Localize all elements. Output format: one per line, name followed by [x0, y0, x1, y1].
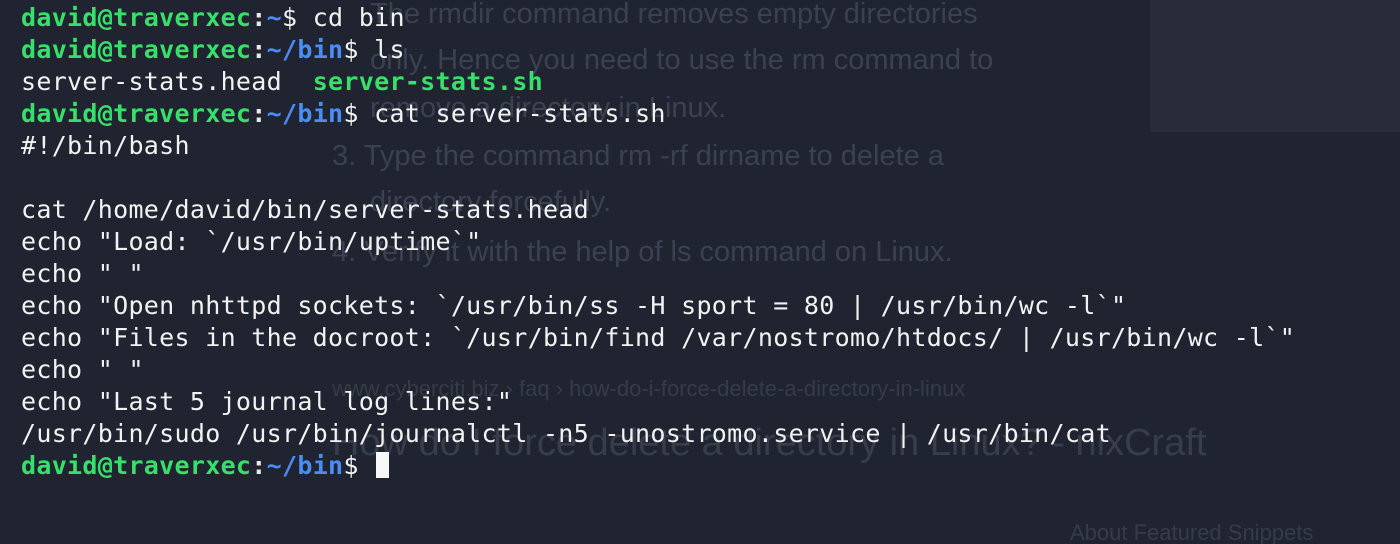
prompt-line: david@traverxec:~/bin$ ls — [21, 34, 405, 66]
prompt-dollar: $ — [282, 3, 313, 32]
output-line: echo "Files in the docroot: `/usr/bin/fi… — [21, 323, 1296, 352]
prompt-line: david@traverxec:~/bin$ — [21, 450, 390, 482]
command-text: cd bin — [312, 3, 405, 32]
output-line: cat /home/david/bin/server-stats.head — [21, 195, 589, 224]
prompt-dollar: $ — [343, 35, 375, 64]
cursor[interactable] — [376, 452, 390, 478]
file-entry: server-stats.head — [21, 67, 282, 96]
file-entry: server-stats.sh — [312, 67, 543, 96]
output-line: /usr/bin/sudo /usr/bin/journalctl -n5 -u… — [21, 419, 1111, 448]
prompt-user-host: david@traverxec — [21, 451, 252, 480]
command-text: cat server-stats.sh — [374, 99, 666, 128]
prompt-path: ~/bin — [266, 35, 344, 64]
prompt-user-host: david@traverxec — [21, 35, 252, 64]
prompt-colon: : — [251, 3, 267, 32]
prompt-path: ~/bin — [266, 451, 344, 480]
command-text: ls — [374, 35, 405, 64]
output-line: echo " " — [21, 259, 144, 288]
prompt-colon: : — [251, 99, 267, 128]
prompt-path: ~/bin — [266, 99, 344, 128]
prompt-colon: : — [251, 451, 267, 480]
prompt-path: ~ — [266, 3, 282, 32]
terminal-window[interactable]: david@traverxec:~$ cd bin david@traverxec… — [0, 0, 1400, 544]
prompt-user-host: david@traverxec — [21, 3, 252, 32]
ls-output-line: server-stats.head server-stats.sh — [21, 66, 543, 98]
prompt-colon: : — [251, 35, 267, 64]
prompt-line: david@traverxec:~$ cd bin — [21, 2, 405, 34]
prompt-dollar: $ — [343, 99, 375, 128]
output-line: echo " " — [21, 355, 144, 384]
output-line: echo "Open nhttpd sockets: `/usr/bin/ss … — [21, 291, 1127, 320]
output-line: #!/bin/bash — [21, 131, 190, 160]
prompt-dollar: $ — [343, 451, 375, 480]
output-line: echo "Load: `/usr/bin/uptime`" — [21, 227, 482, 256]
prompt-line: david@traverxec:~/bin$ cat server-stats.… — [21, 98, 666, 130]
output-line: echo "Last 5 journal log lines:" — [21, 387, 513, 416]
prompt-user-host: david@traverxec — [21, 99, 252, 128]
